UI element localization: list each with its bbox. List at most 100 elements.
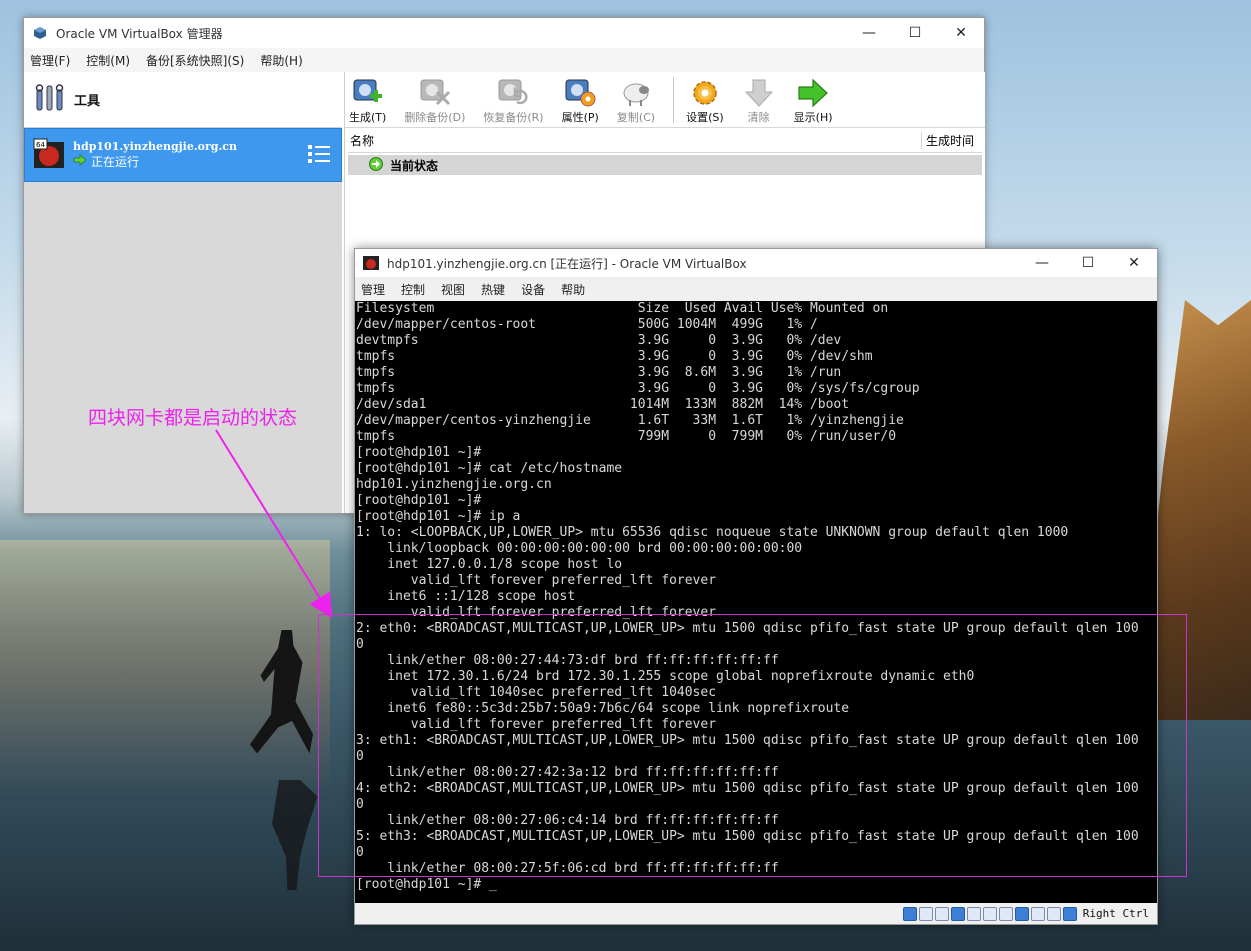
- console-line: inet6 ::1/128 scope host: [356, 589, 576, 604]
- settings-button[interactable]: 设置(S): [686, 77, 724, 127]
- vm-statusbar: Right Ctrl: [355, 903, 1157, 924]
- settings-label: 设置(S): [686, 111, 724, 124]
- optical-drive-icon[interactable]: [918, 906, 933, 921]
- audio-icon[interactable]: [934, 906, 949, 921]
- network-icon[interactable]: [950, 906, 965, 921]
- properties-icon: [563, 77, 597, 109]
- close-icon[interactable]: ✕: [938, 18, 984, 48]
- discard-button[interactable]: 清除: [742, 77, 776, 127]
- running-arrow-icon: [73, 154, 87, 169]
- vm-menu-devices[interactable]: 设备: [521, 281, 545, 298]
- annotation-highlight-box: [318, 614, 1187, 877]
- manager-titlebar[interactable]: Oracle VM VirtualBox 管理器 — ☐ ✕: [24, 18, 984, 48]
- toolbar-separator: [673, 77, 675, 123]
- vm-titlebar[interactable]: hdp101.yinzhengjie.org.cn [正在运行] - Oracl…: [355, 249, 1157, 277]
- vm-list-sidebar: 工具 64 hdp101.yinzhengjie.org.cn 正在运行: [24, 72, 342, 513]
- vm-menubar: 管理 控制 视图 热键 设备 帮助: [355, 277, 1157, 301]
- delete-snapshot-label: 删除备份(D): [404, 111, 466, 124]
- take-snapshot-icon: [351, 77, 385, 109]
- console-line: devtmpfs 3.9G 0 3.9G 0% /dev: [356, 333, 842, 348]
- vm-close-icon[interactable]: ✕: [1111, 248, 1157, 278]
- console-line: 1: lo: <LOOPBACK,UP,LOWER_UP> mtu 65536 …: [356, 525, 1069, 540]
- snapshot-table-header: 名称 生成时间: [348, 128, 982, 153]
- clone-sheep-icon: [619, 77, 653, 109]
- display-icon[interactable]: [998, 906, 1013, 921]
- clone-label: 复制(C): [616, 111, 656, 124]
- console-line: [root@hdp101 ~]# cat /etc/hostname: [356, 461, 623, 476]
- snapshot-toolbar: 生成(T) 删除备份(D) 恢复备份(R) 属性(P) 复制(C) 设置(S) …: [345, 72, 985, 128]
- svg-text:64: 64: [36, 141, 45, 149]
- tools-item[interactable]: 工具: [24, 72, 342, 128]
- host-key-label: Right Ctrl: [1082, 907, 1149, 920]
- menu-snapshot[interactable]: 备份[系统快照](S): [146, 52, 244, 69]
- restore-snapshot-icon: [496, 77, 530, 109]
- console-line: /dev/mapper/centos-yinzhengjie 1.6T 33M …: [356, 413, 904, 428]
- properties-label: 属性(P): [561, 111, 599, 124]
- console-line: [root@hdp101 ~]#: [356, 445, 482, 460]
- console-line: tmpfs 3.9G 8.6M 3.9G 1% /run: [356, 365, 842, 380]
- vm-window-icon: [363, 255, 379, 271]
- menu-file[interactable]: 管理(F): [30, 52, 70, 69]
- restore-snapshot-button[interactable]: 恢复备份(R): [483, 77, 544, 127]
- snapshot-properties-button[interactable]: 属性(P): [562, 77, 599, 127]
- current-state-arrow-icon: [368, 156, 384, 174]
- console-line: link/loopback 00:00:00:00:00:00 brd 00:0…: [356, 541, 803, 556]
- mouse-integration-icon[interactable]: [1046, 906, 1061, 921]
- minimize-icon[interactable]: —: [846, 18, 892, 48]
- vm-menu-input[interactable]: 热键: [481, 281, 505, 298]
- console-line: tmpfs 3.9G 0 3.9G 0% /sys/fs/cgroup: [356, 381, 920, 396]
- host-key-arrow-icon[interactable]: [1062, 906, 1077, 921]
- annotation-text: 四块网卡都是启动的状态: [88, 407, 298, 429]
- cpu-icon[interactable]: [1030, 906, 1045, 921]
- tools-label: 工具: [74, 94, 101, 109]
- menu-machine[interactable]: 控制(M): [86, 52, 130, 69]
- console-line: [root@hdp101 ~]# _: [356, 877, 497, 892]
- vm-state: 正在运行: [91, 155, 140, 169]
- manager-title: Oracle VM VirtualBox 管理器: [56, 26, 223, 41]
- vm-menu-machine[interactable]: 控制: [401, 281, 425, 298]
- usb-icon[interactable]: [966, 906, 981, 921]
- vm-minimize-icon[interactable]: —: [1019, 248, 1065, 278]
- show-label: 显示(H): [793, 111, 833, 124]
- take-snapshot-button[interactable]: 生成(T): [349, 77, 386, 127]
- console-line: [root@hdp101 ~]# ip a: [356, 509, 521, 524]
- vm-window-title: hdp101.yinzhengjie.org.cn [正在运行] - Oracl…: [387, 256, 747, 271]
- restore-snapshot-label: 恢复备份(R): [483, 111, 544, 124]
- vm-name: hdp101.yinzhengjie.org.cn: [73, 140, 238, 153]
- console-line: hdp101.yinzhengjie.org.cn: [356, 477, 552, 492]
- console-line: Filesystem Size Used Avail Use% Mounted …: [356, 301, 889, 316]
- video-capture-icon[interactable]: [1014, 906, 1029, 921]
- maximize-icon[interactable]: ☐: [892, 18, 938, 48]
- console-line: tmpfs 799M 0 799M 0% /run/user/0: [356, 429, 897, 444]
- current-state-label: 当前状态: [390, 158, 439, 173]
- show-arrow-right-icon: [796, 77, 830, 109]
- virtualbox-logo-icon: [32, 25, 48, 41]
- discard-arrow-down-icon: [742, 77, 776, 109]
- shared-folders-icon[interactable]: [982, 906, 997, 921]
- discard-label: 清除: [747, 111, 770, 124]
- tools-icon: [34, 82, 66, 117]
- harddisk-icon[interactable]: [902, 906, 917, 921]
- vm-menu-help[interactable]: 帮助: [561, 281, 585, 298]
- console-line: valid_lft forever preferred_lft forever: [356, 573, 717, 588]
- menu-help[interactable]: 帮助(H): [260, 52, 302, 69]
- vm-menu-view[interactable]: 视图: [441, 281, 465, 298]
- console-line: [root@hdp101 ~]#: [356, 493, 482, 508]
- delete-snapshot-button[interactable]: 删除备份(D): [404, 77, 465, 127]
- console-line: tmpfs 3.9G 0 3.9G 0% /dev/shm: [356, 349, 873, 364]
- delete-snapshot-icon: [418, 77, 452, 109]
- console-line: /dev/sda1 1014M 133M 882M 14% /boot: [356, 397, 850, 412]
- snapshot-current-state-row[interactable]: 当前状态: [348, 155, 982, 175]
- centos-vm-icon: 64: [33, 138, 65, 173]
- col-name[interactable]: 名称: [348, 132, 921, 149]
- col-time[interactable]: 生成时间: [921, 131, 982, 149]
- clone-button[interactable]: 复制(C): [617, 77, 655, 127]
- vm-menu-file[interactable]: 管理: [361, 281, 385, 298]
- manager-menubar: 管理(F) 控制(M) 备份[系统快照](S) 帮助(H): [24, 48, 984, 72]
- vm-list-item[interactable]: 64 hdp101.yinzhengjie.org.cn 正在运行: [24, 128, 342, 182]
- show-button[interactable]: 显示(H): [794, 77, 833, 127]
- vm-details-menu-icon[interactable]: [307, 142, 331, 169]
- console-line: /dev/mapper/centos-root 500G 1004M 499G …: [356, 317, 818, 332]
- vm-maximize-icon[interactable]: ☐: [1065, 248, 1111, 278]
- gear-icon: [688, 77, 722, 109]
